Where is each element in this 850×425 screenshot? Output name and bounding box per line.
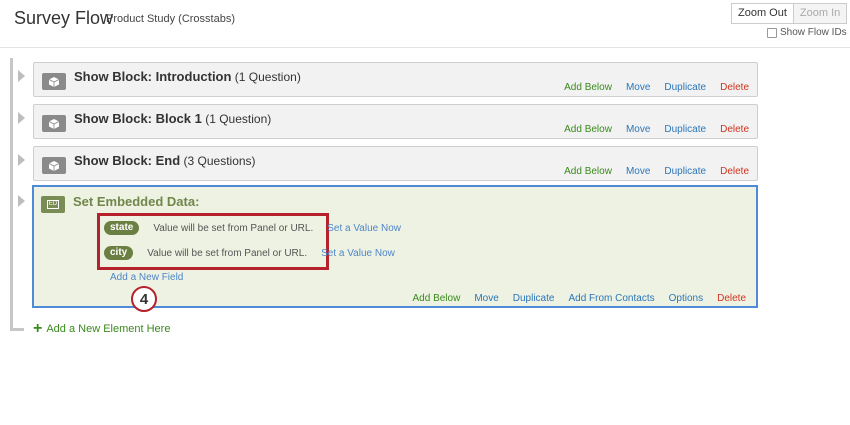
move-link[interactable]: Move [626, 124, 650, 135]
duplicate-link[interactable]: Duplicate [513, 293, 555, 304]
embedded-data-icon: ED [41, 196, 65, 213]
survey-name: Product Study (Crosstabs) [106, 13, 235, 25]
delete-link[interactable]: Delete [720, 166, 749, 177]
field-value-text: Value will be set from Panel or URL. [153, 222, 314, 234]
block-cube-icon [42, 157, 66, 174]
move-link[interactable]: Move [474, 293, 498, 304]
add-new-field-link[interactable]: Add a New Field [110, 272, 183, 283]
show-flow-ids-checkbox[interactable] [767, 27, 777, 38]
block-title: Show Block: Block 1 (1 Question) [74, 111, 272, 126]
plus-icon: + [33, 320, 43, 337]
add-from-contacts-link[interactable]: Add From Contacts [568, 293, 654, 304]
block-title: Show Block: Introduction (1 Question) [74, 69, 301, 84]
block-actions: Add Below Move Duplicate Delete [564, 166, 749, 177]
flow-block-block-1[interactable]: Show Block: Block 1 (1 Question) Add Bel… [33, 104, 758, 139]
flow-connector-end [10, 328, 24, 331]
flow-connector-line [10, 58, 13, 331]
set-value-now-link[interactable]: Set a Value Now [321, 248, 395, 259]
zoom-in-button[interactable]: Zoom In [793, 3, 848, 24]
show-flow-ids-label: Show Flow IDs [780, 27, 847, 38]
embedded-data-element[interactable]: ED Set Embedded Data: state Value will b… [32, 185, 758, 312]
block-title: Show Block: End (3 Questions) [74, 153, 256, 168]
duplicate-link[interactable]: Duplicate [664, 124, 706, 135]
field-name-pill[interactable]: state [104, 221, 140, 235]
set-value-now-link[interactable]: Set a Value Now [327, 223, 401, 234]
block-cube-icon [42, 73, 66, 90]
zoom-controls: Zoom Out Zoom In [731, 3, 848, 24]
flow-arrow-icon [18, 70, 25, 82]
add-new-element-label: Add a New Element Here [46, 323, 171, 335]
flow-arrow-icon [18, 112, 25, 124]
embedded-field-row: city Value will be set from Panel or URL… [104, 246, 395, 260]
add-below-link[interactable]: Add Below [564, 82, 612, 93]
delete-link[interactable]: Delete [720, 82, 749, 93]
page-title: Survey Flow [14, 8, 114, 28]
block-actions: Add Below Move Duplicate Delete [564, 124, 749, 135]
delete-link[interactable]: Delete [717, 293, 746, 304]
block-cube-icon [42, 115, 66, 132]
flow-arrow-icon [18, 154, 25, 166]
add-below-link[interactable]: Add Below [564, 166, 612, 177]
delete-link[interactable]: Delete [720, 124, 749, 135]
add-below-link[interactable]: Add Below [564, 124, 612, 135]
step-number-badge: 4 [131, 286, 157, 312]
move-link[interactable]: Move [626, 166, 650, 177]
flow-block-introduction[interactable]: Show Block: Introduction (1 Question) Ad… [33, 62, 758, 97]
field-value-text: Value will be set from Panel or URL. [147, 247, 308, 259]
duplicate-link[interactable]: Duplicate [664, 166, 706, 177]
embedded-actions: Add Below Move Duplicate Add From Contac… [413, 293, 747, 304]
move-link[interactable]: Move [626, 82, 650, 93]
header-divider [0, 47, 850, 48]
show-flow-ids-toggle[interactable]: Show Flow IDs [767, 27, 847, 38]
field-name-pill[interactable]: city [104, 246, 134, 260]
zoom-out-button[interactable]: Zoom Out [731, 3, 794, 24]
embedded-data-title: Set Embedded Data: [73, 194, 200, 209]
block-actions: Add Below Move Duplicate Delete [564, 82, 749, 93]
add-below-link[interactable]: Add Below [413, 293, 461, 304]
embedded-field-row: state Value will be set from Panel or UR… [104, 221, 401, 235]
flow-arrow-icon [18, 195, 25, 207]
duplicate-link[interactable]: Duplicate [664, 82, 706, 93]
add-new-element-button[interactable]: + Add a New Element Here [33, 320, 171, 337]
options-link[interactable]: Options [669, 293, 703, 304]
flow-block-end[interactable]: Show Block: End (3 Questions) Add Below … [33, 146, 758, 181]
